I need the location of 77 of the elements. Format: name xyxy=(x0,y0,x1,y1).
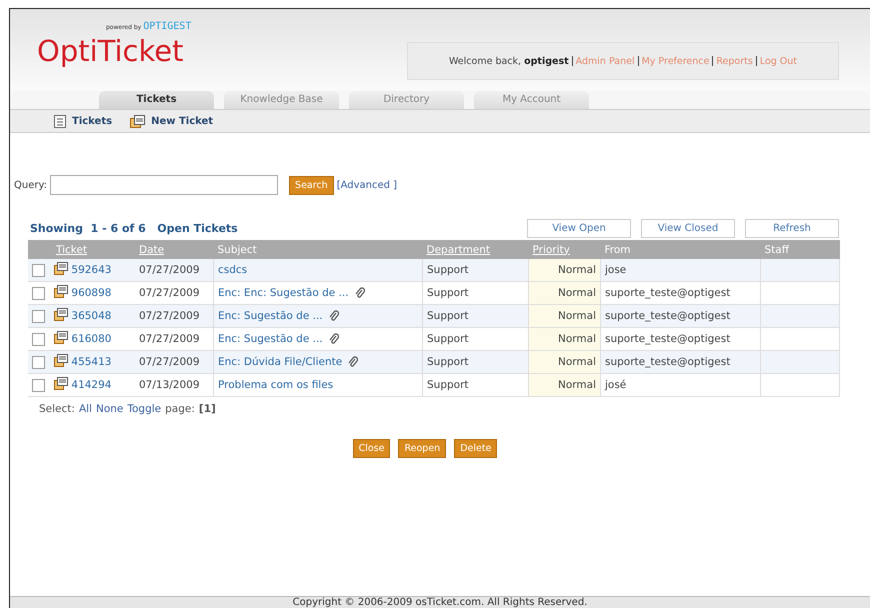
view-button[interactable]: Refresh xyxy=(745,219,839,238)
advanced-link[interactable]: [Advanced ] xyxy=(336,180,398,190)
page-number: [1] xyxy=(198,403,216,415)
view-button[interactable]: View Closed xyxy=(641,219,735,238)
select-link[interactable]: All xyxy=(78,403,92,415)
table-cell: Normal xyxy=(528,304,600,328)
search-button[interactable]: Search xyxy=(289,176,334,194)
ticket-icon xyxy=(54,262,68,275)
app-logo: OptiTicket xyxy=(37,34,184,68)
table-cell: Support xyxy=(422,259,528,282)
subnav-link[interactable]: New Ticket xyxy=(130,114,214,128)
row-checkbox[interactable] xyxy=(32,310,45,322)
footer-text: Copyright © 2006-2009 osTicket.com. All Rights Reserved. xyxy=(10,596,870,608)
row-checkbox[interactable] xyxy=(32,286,45,300)
select-label: Select: xyxy=(39,403,75,415)
table-cell: Support xyxy=(422,350,528,374)
row-checkbox[interactable] xyxy=(32,332,45,346)
table-cell: 07/27/2009 xyxy=(135,259,214,282)
optigest-logo: OPTIGEST xyxy=(143,21,192,32)
column-header: Subject xyxy=(214,240,422,259)
action-button[interactable]: Delete xyxy=(454,439,498,458)
paperclip-icon xyxy=(354,287,365,300)
table-cell: Support xyxy=(422,374,528,396)
view-button[interactable]: View Open xyxy=(527,219,631,238)
nav-tab[interactable]: Knowledge Base xyxy=(224,91,339,109)
row-checkbox[interactable] xyxy=(32,378,45,392)
row-checkbox[interactable] xyxy=(32,264,45,276)
subject-link[interactable]: Enc: Sugestão de ... xyxy=(218,332,323,345)
column-header: Staff xyxy=(760,240,840,259)
ticket-icon xyxy=(130,114,146,128)
select-link[interactable]: None xyxy=(96,403,124,415)
query-field[interactable] xyxy=(50,175,278,195)
table-cell: 07/27/2009 xyxy=(135,328,214,350)
ticket-number-link[interactable]: 616080 xyxy=(71,333,112,345)
paperclip-icon xyxy=(328,333,339,346)
table-cell: Normal xyxy=(528,350,600,374)
document-icon xyxy=(54,114,66,128)
username: optigest xyxy=(524,56,569,66)
table-cell: 07/27/2009 xyxy=(135,282,214,304)
table-cell: 07/13/2009 xyxy=(135,374,214,396)
results-summary: Showing 1 - 6 of 6 Open Tickets xyxy=(30,222,238,235)
welcome-text: Welcome back, xyxy=(448,56,522,66)
table-cell: jose xyxy=(600,259,760,282)
column-header: From xyxy=(600,240,760,259)
table-cell: suporte_teste@optigest xyxy=(600,282,760,304)
nav-tab[interactable]: Directory xyxy=(349,91,464,109)
table-cell: Support xyxy=(422,304,528,328)
ticket-icon xyxy=(54,354,68,367)
subject-link[interactable]: Enc: Enc: Sugestão de ... xyxy=(218,286,349,299)
table-cell: Normal xyxy=(528,259,600,282)
table-cell: Normal xyxy=(528,374,600,396)
query-label: Query: xyxy=(14,180,48,190)
table-cell: Normal xyxy=(528,328,600,350)
subnav-link[interactable]: Tickets xyxy=(54,114,112,128)
subject-link[interactable]: Problema com os files xyxy=(218,379,334,391)
paperclip-icon xyxy=(328,310,339,322)
table-cell: suporte_teste@optigest xyxy=(600,350,760,374)
table-cell: josé xyxy=(600,374,760,396)
subject-link[interactable]: csdcs xyxy=(218,264,248,276)
table-cell: 07/27/2009 xyxy=(135,304,214,328)
nav-tab[interactable]: My Account xyxy=(474,91,589,109)
nav-tab[interactable]: Tickets xyxy=(99,91,214,109)
action-button[interactable]: Reopen xyxy=(398,439,446,458)
table-cell: 07/27/2009 xyxy=(135,350,214,374)
table-cell: Support xyxy=(422,328,528,350)
ticket-number-link[interactable]: 960898 xyxy=(71,287,112,299)
page-label: page: xyxy=(165,403,195,415)
table-cell: suporte_teste@optigest xyxy=(600,304,760,328)
ticket-number-link[interactable]: 414294 xyxy=(71,379,112,391)
paperclip-icon xyxy=(348,356,358,368)
ticket-icon xyxy=(54,308,68,321)
table-cell: suporte_teste@optigest xyxy=(600,328,760,350)
action-button[interactable]: Close xyxy=(352,439,390,458)
select-link[interactable]: Toggle xyxy=(127,403,162,415)
row-checkbox[interactable] xyxy=(32,356,45,368)
table-cell: Support xyxy=(422,282,528,304)
table-cell: Normal xyxy=(528,282,600,304)
